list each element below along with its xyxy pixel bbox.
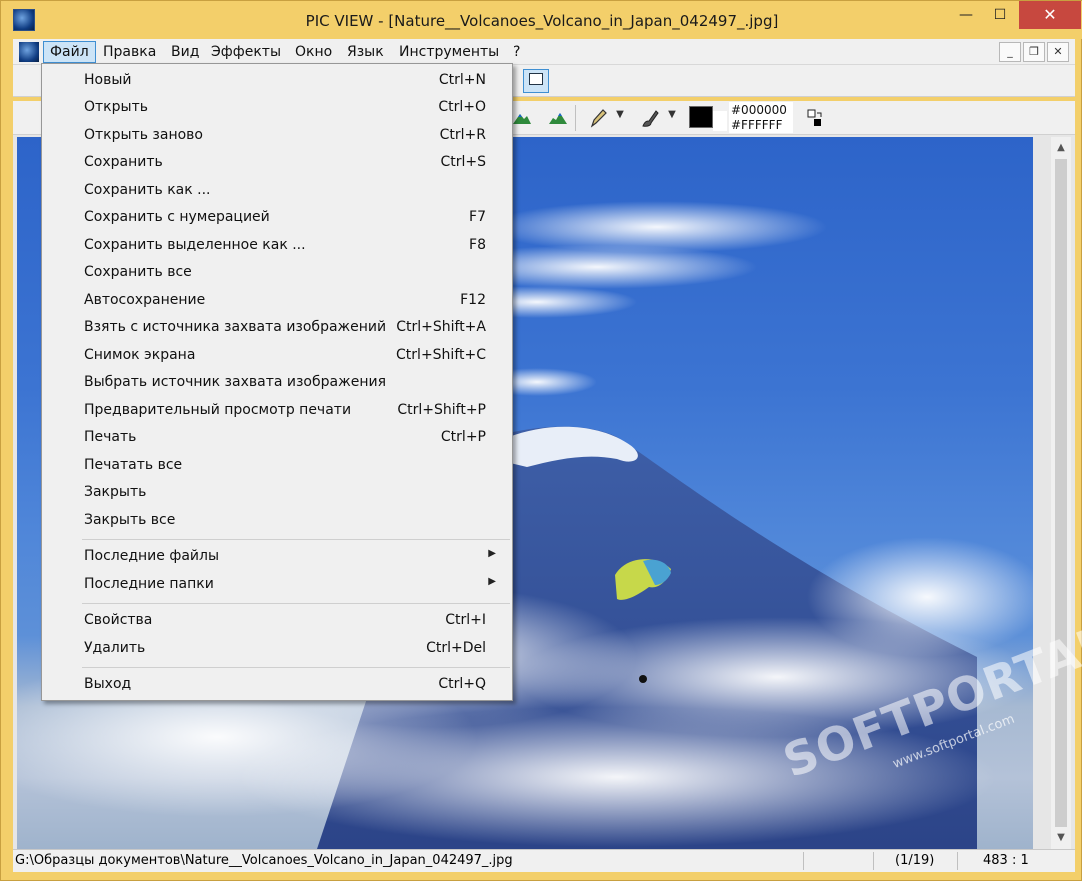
menu-effects[interactable]: Эффекты (205, 41, 287, 63)
menu-item-print-preview[interactable]: Предварительный просмотр печати Ctrl+Shif… (44, 398, 510, 424)
submenu-arrow-icon: ▶ (488, 576, 496, 587)
menu-window[interactable]: Окно (289, 41, 338, 63)
mdi-close-button[interactable]: ✕ (1047, 42, 1069, 62)
mountain-left-icon[interactable] (511, 107, 533, 129)
menu-file[interactable]: Файл (43, 41, 96, 63)
foreground-color-value: #000000 (731, 103, 787, 117)
menu-item-select-source[interactable]: Выбрать источник захвата изображения (44, 370, 510, 396)
document-icon[interactable] (19, 42, 39, 62)
menu-item-close[interactable]: Закрыть (44, 480, 510, 506)
menu-item-exit[interactable]: Выход Ctrl+Q (44, 672, 510, 698)
menu-help[interactable]: ? (507, 41, 526, 63)
window-title: PIC VIEW - [Nature__Volcanoes_Volcano_in… (305, 12, 779, 30)
status-image-index: (1/19) (895, 853, 935, 868)
background-color-swatch[interactable] (713, 111, 727, 131)
brush-icon[interactable] (639, 107, 661, 129)
status-divider (803, 852, 804, 870)
foreground-color-swatch[interactable] (689, 106, 713, 128)
window-frame-icon (529, 73, 543, 85)
toolbar-divider (575, 105, 576, 131)
menu-item-autosave[interactable]: Автосохранение F12 (44, 288, 510, 314)
menu-item-properties[interactable]: Свойства Ctrl+I (44, 608, 510, 634)
menu-separator (82, 539, 510, 540)
maximize-button[interactable]: ☐ (977, 1, 1023, 29)
mountain-right-icon[interactable] (547, 107, 569, 129)
vertical-scrollbar[interactable]: ▲ ▼ (1051, 137, 1071, 849)
menu-item-save-all[interactable]: Сохранить все (44, 260, 510, 286)
menu-item-acquire[interactable]: Взять с источника захвата изображений Ctr… (44, 315, 510, 341)
mdi-restore-button[interactable]: ❐ (1023, 42, 1045, 62)
scroll-down-icon[interactable]: ▼ (1051, 829, 1071, 847)
menu-bar: Файл Правка Вид Эффекты Окно Язык Инстру… (13, 39, 1075, 65)
menu-item-close-all[interactable]: Закрыть все (44, 508, 510, 534)
menu-item-save[interactable]: Сохранить Ctrl+S (44, 150, 510, 176)
status-bar: G:\Образцы документов\Nature__Volcanoes_… (13, 849, 1075, 872)
menu-item-new[interactable]: Новый Ctrl+N (44, 68, 510, 94)
submenu-arrow-icon: ▶ (488, 548, 496, 559)
pencil-icon[interactable] (587, 107, 609, 129)
brush-dropdown-icon[interactable]: ▼ (665, 109, 679, 127)
pencil-dropdown-icon[interactable]: ▼ (613, 109, 627, 127)
menu-separator (82, 603, 510, 604)
menu-item-delete[interactable]: Удалить Ctrl+Del (44, 636, 510, 662)
menu-item-save-selection[interactable]: Сохранить выделенное как ... F8 (44, 233, 510, 259)
background-color-value: #FFFFFF (731, 118, 783, 132)
status-zoom: 483 : 1 (983, 853, 1029, 868)
scroll-up-icon[interactable]: ▲ (1051, 139, 1071, 157)
mdi-controls: _ ❐ ✕ (997, 42, 1069, 62)
scroll-thumb[interactable] (1055, 159, 1067, 827)
menu-item-screenshot[interactable]: Снимок экрана Ctrl+Shift+C (44, 343, 510, 369)
status-divider (873, 852, 874, 870)
menu-language[interactable]: Язык (341, 41, 390, 63)
status-divider (957, 852, 958, 870)
file-menu-dropdown: Новый Ctrl+N Открыть Ctrl+O Открыть заново… (41, 63, 513, 701)
mdi-minimize-button[interactable]: _ (999, 42, 1021, 62)
swap-colors-icon[interactable] (805, 107, 825, 129)
app-window: PIC VIEW - [Nature__Volcanoes_Volcano_in… (0, 0, 1082, 881)
close-button[interactable]: ✕ (1019, 1, 1081, 29)
menu-item-print[interactable]: Печать Ctrl+P (44, 425, 510, 451)
menu-item-reopen[interactable]: Открыть заново Ctrl+R (44, 123, 510, 149)
title-bar[interactable]: PIC VIEW - [Nature__Volcanoes_Volcano_in… (1, 1, 1082, 39)
menu-view[interactable]: Вид (165, 41, 205, 63)
status-file-path: G:\Образцы документов\Nature__Volcanoes_… (15, 853, 513, 868)
menu-item-recent-folders[interactable]: Последние папки ▶ (44, 572, 510, 598)
menu-item-open[interactable]: Открыть Ctrl+O (44, 95, 510, 121)
menu-item-save-as[interactable]: Сохранить как ... (44, 178, 510, 204)
menu-separator (82, 667, 510, 668)
menu-edit[interactable]: Правка (97, 41, 162, 63)
menu-item-recent-files[interactable]: Последние файлы ▶ (44, 544, 510, 570)
menu-item-print-all[interactable]: Печатать все (44, 453, 510, 479)
menu-item-save-numbered[interactable]: Сохранить с нумерацией F7 (44, 205, 510, 231)
menu-tools[interactable]: Инструменты (393, 41, 505, 63)
